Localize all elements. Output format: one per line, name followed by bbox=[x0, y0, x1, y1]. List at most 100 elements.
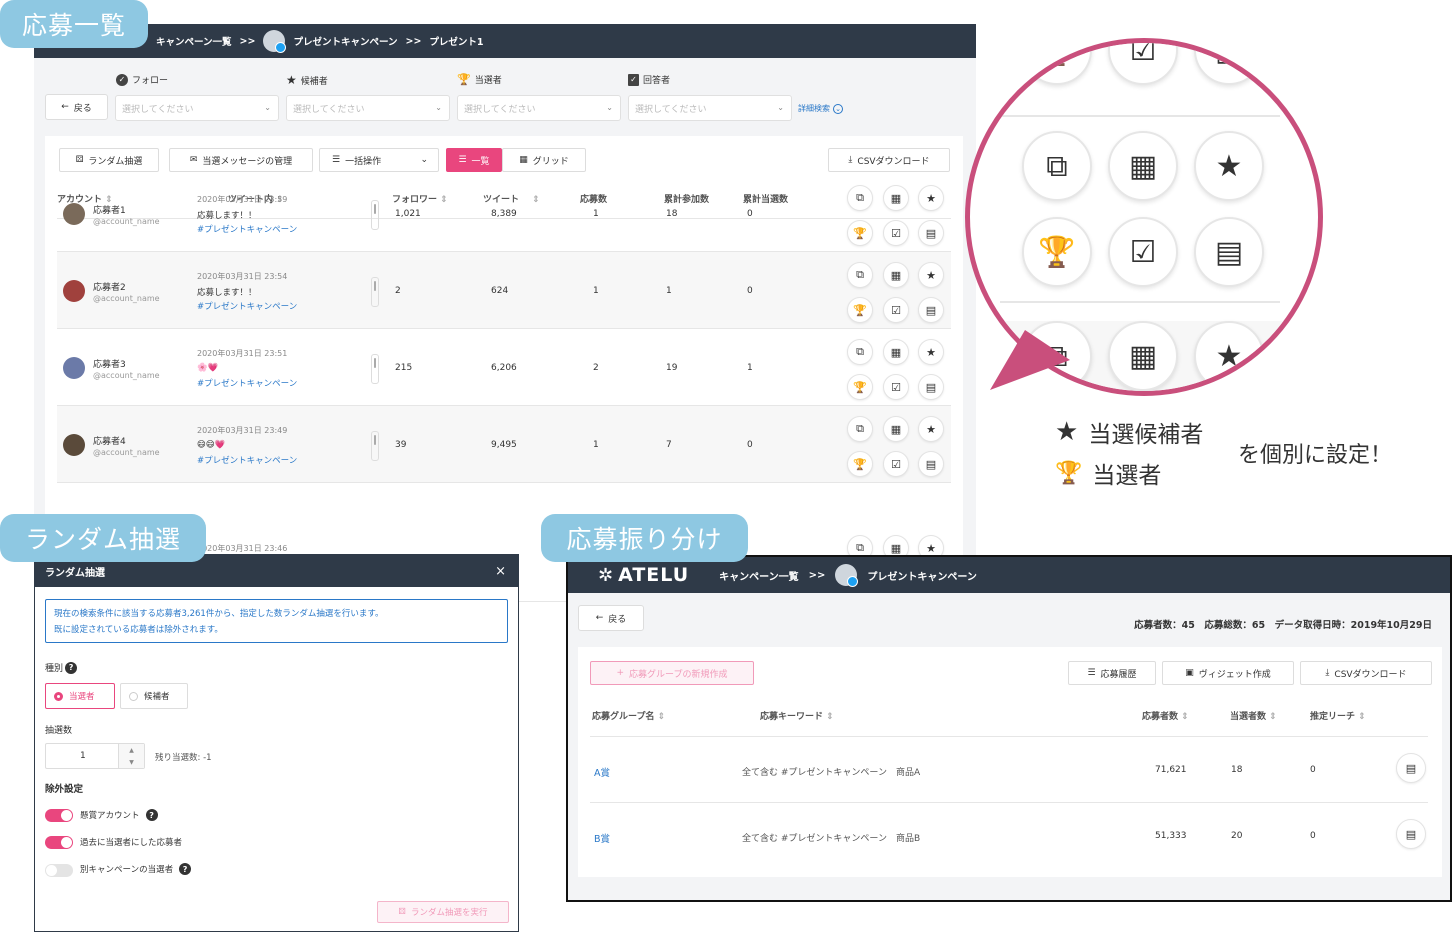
col-group[interactable]: 応募グループ名 ⇕ bbox=[592, 709, 665, 722]
tweet-hashtag[interactable]: #プレゼントキャンペーン bbox=[197, 300, 297, 312]
table-row: A賞 全て含む #プレゼントキャンペーン 商品A 71,621 18 0 ▤ bbox=[590, 737, 1428, 803]
breadcrumb-campaigns[interactable]: キャンペーン一覧 bbox=[719, 568, 799, 583]
external-link-icon[interactable]: ⧉ bbox=[847, 339, 873, 365]
external-link-icon[interactable]: ⧉ bbox=[847, 416, 873, 442]
count-input[interactable]: 1 ▲ ▼ bbox=[45, 743, 145, 769]
clipboard-check-icon[interactable]: ☑ bbox=[883, 451, 909, 477]
toggle-other-campaign[interactable] bbox=[45, 864, 73, 877]
trophy-icon[interactable]: 🏆 bbox=[847, 374, 873, 400]
trophy-icon[interactable]: 🏆 bbox=[847, 451, 873, 477]
total-cell: 1 bbox=[666, 286, 672, 296]
history-button[interactable]: ☰ 応募履歴 bbox=[1068, 661, 1156, 685]
comment-icon[interactable]: ▤ bbox=[918, 297, 944, 323]
col-reach[interactable]: 推定リーチ ⇕ bbox=[1310, 709, 1366, 722]
star-icon[interactable]: ★ bbox=[918, 185, 944, 211]
toggle-past-winners[interactable] bbox=[45, 836, 73, 849]
radio-winner[interactable]: 当選者 bbox=[45, 683, 115, 709]
clipboard-check-icon[interactable]: ☑ bbox=[883, 220, 909, 246]
applicant-name[interactable]: 応募者3 bbox=[93, 357, 126, 370]
external-link-icon[interactable]: ⧉ bbox=[847, 262, 873, 288]
edit-table-icon[interactable]: ▤ bbox=[1396, 753, 1426, 783]
chevron-down-icon: ⌄ bbox=[777, 103, 784, 112]
tab-grid[interactable]: ▦ グリッド bbox=[502, 148, 586, 172]
help-icon[interactable]: ? bbox=[179, 863, 192, 875]
breadcrumb-campaigns[interactable]: キャンペーン一覧 bbox=[156, 34, 232, 48]
grid-icon[interactable]: ▦ bbox=[883, 262, 909, 288]
dice-icon: ⚄ bbox=[398, 907, 406, 917]
stats-text: 応募者数：45 応募総数：65 データ取得日時：2019年10月29日 bbox=[1134, 620, 1432, 631]
chevron-up-icon[interactable]: ▲ bbox=[129, 747, 134, 754]
external-link-icon: ⧉ bbox=[1022, 131, 1092, 201]
applicant-name[interactable]: 応募者2 bbox=[93, 280, 126, 293]
wins-cell: 0 bbox=[747, 286, 753, 296]
star-icon[interactable]: ★ bbox=[918, 339, 944, 365]
comment-icon[interactable]: ▤ bbox=[918, 451, 944, 477]
message-manage-button[interactable]: ✉ 当選メッセージの管理 bbox=[169, 148, 313, 172]
tweet-hashtag[interactable]: #プレゼントキャンペーン bbox=[197, 377, 297, 389]
avatar[interactable] bbox=[63, 357, 85, 379]
breadcrumb-campaign[interactable]: プレゼントキャンペーン bbox=[293, 34, 397, 48]
group-link[interactable]: B賞 bbox=[594, 831, 610, 845]
trophy-icon[interactable]: 🏆 bbox=[847, 297, 873, 323]
csv-download-button[interactable]: ⤓ CSVダウンロード bbox=[828, 148, 950, 172]
radio-candidate[interactable]: 候補者 bbox=[120, 683, 188, 709]
avatar[interactable] bbox=[63, 434, 85, 456]
scroll-indicator bbox=[371, 431, 379, 461]
widget-button[interactable]: ▣ ヴィジェット作成 bbox=[1162, 661, 1294, 685]
help-icon[interactable]: ? bbox=[65, 661, 78, 674]
trophy-icon: 🏆 bbox=[1055, 460, 1083, 486]
star-icon[interactable]: ★ bbox=[918, 262, 944, 288]
radio-icon bbox=[129, 691, 138, 701]
back-button[interactable]: ← 戻る bbox=[45, 94, 108, 120]
reach-cell: 0 bbox=[1310, 765, 1316, 775]
col-keyword[interactable]: 応募キーワード ⇕ bbox=[760, 709, 834, 722]
external-link-icon[interactable]: ⧉ bbox=[847, 185, 873, 211]
winner-select[interactable]: 選択してください ⌄ bbox=[457, 95, 621, 121]
close-icon[interactable]: × bbox=[495, 564, 506, 579]
star-icon[interactable]: ★ bbox=[918, 416, 944, 442]
group-link[interactable]: A賞 bbox=[594, 765, 610, 779]
divider bbox=[1000, 115, 1280, 117]
arrow-left-icon: ← bbox=[595, 613, 604, 623]
random-draw-button[interactable]: ⚄ ランダム抽選 bbox=[59, 148, 159, 172]
filter-label-candidate: ★ 候補者 bbox=[286, 73, 328, 87]
comment-icon[interactable]: ▤ bbox=[918, 220, 944, 246]
toggle-prize-account[interactable] bbox=[45, 809, 73, 822]
tweet-hashtag[interactable]: #プレゼントキャンペーン bbox=[197, 223, 297, 235]
tab-list[interactable]: ☰ 一覧 bbox=[446, 148, 502, 172]
applicant-name[interactable]: 応募者1 bbox=[93, 203, 126, 216]
applicant-name[interactable]: 応募者4 bbox=[93, 434, 126, 447]
applicant-handle: @account_name bbox=[93, 294, 160, 303]
trophy-icon[interactable]: 🏆 bbox=[847, 220, 873, 246]
col-entrants[interactable]: 応募者数 ⇕ bbox=[1142, 709, 1189, 722]
advanced-search-link[interactable]: 詳細検索 ⌄ bbox=[798, 103, 843, 114]
breadcrumb-campaign: プレゼントキャンペーン bbox=[867, 571, 977, 583]
legend-winner: 🏆 当選者 bbox=[1055, 460, 1162, 490]
avatar[interactable] bbox=[63, 280, 85, 302]
clipboard-check-icon[interactable]: ☑ bbox=[883, 297, 909, 323]
info-line: 現在の検索条件に該当する応募者3,261件から、指定した数ランダム抽選を行います… bbox=[54, 609, 384, 619]
back-button[interactable]: ← 戻る bbox=[578, 605, 644, 631]
grid-icon[interactable]: ▦ bbox=[883, 416, 909, 442]
bulk-action-select[interactable]: ☰ 一括操作 ⌄ bbox=[319, 148, 439, 172]
stepper[interactable]: ▲ ▼ bbox=[118, 744, 144, 768]
csv-download-button[interactable]: ⤓ CSVダウンロード bbox=[1300, 661, 1432, 685]
help-icon[interactable]: ? bbox=[145, 809, 158, 821]
avatar[interactable] bbox=[63, 203, 85, 225]
comment-icon[interactable]: ▤ bbox=[918, 374, 944, 400]
grid-icon[interactable]: ▦ bbox=[883, 339, 909, 365]
respondent-select[interactable]: 選択してください ⌄ bbox=[628, 95, 792, 121]
toggle-label: 懸賞アカウント? bbox=[80, 809, 158, 821]
tweet-hashtag[interactable]: #プレゼントキャンペーン bbox=[197, 454, 297, 466]
clipboard-check-icon[interactable]: ☑ bbox=[883, 374, 909, 400]
follow-select[interactable]: 選択してください ⌄ bbox=[115, 95, 279, 121]
candidate-select[interactable]: 選択してください ⌄ bbox=[286, 95, 450, 121]
grid-icon[interactable]: ▦ bbox=[883, 185, 909, 211]
chevron-down-icon[interactable]: ▼ bbox=[129, 759, 134, 766]
entry-sort-screen: ✲ ATELU キャンペーン一覧 >> プレゼントキャンペーン ← 戻る 応募者数：… bbox=[566, 555, 1452, 902]
star-icon: ★ bbox=[286, 73, 297, 87]
new-group-button[interactable]: + 応募グループの新規作成 bbox=[590, 661, 754, 685]
run-draw-button[interactable]: ⚄ ランダム抽選を実行 bbox=[377, 901, 509, 923]
col-winners[interactable]: 当選者数 ⇕ bbox=[1230, 709, 1277, 722]
edit-table-icon[interactable]: ▤ bbox=[1396, 819, 1426, 849]
